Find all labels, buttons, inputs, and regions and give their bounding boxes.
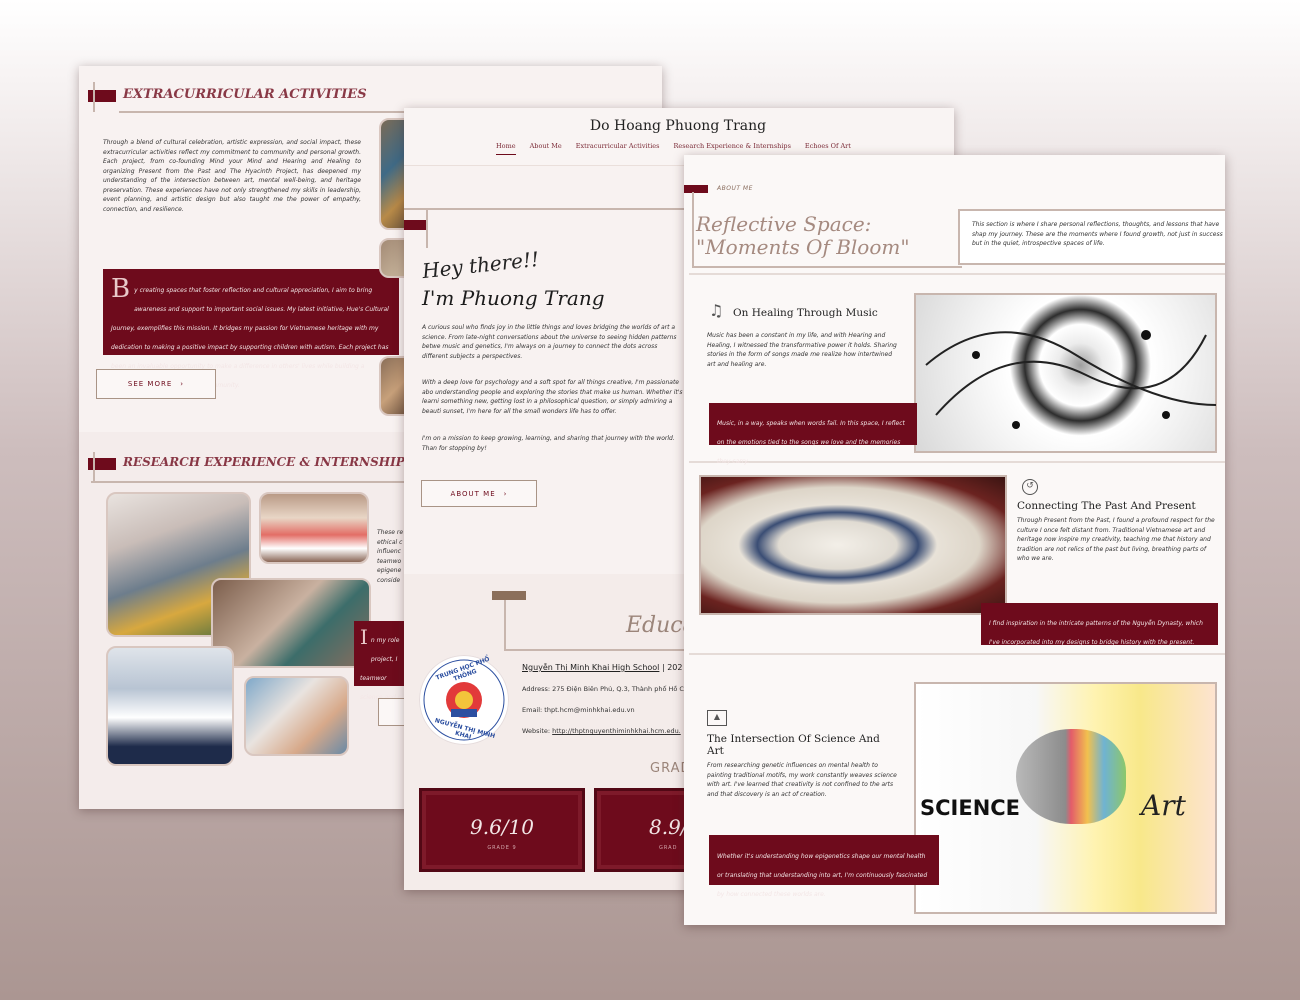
divider [692, 192, 694, 268]
section-marker [684, 185, 708, 193]
intro-para-3: I'm on a mission to keep growing, learni… [422, 435, 675, 452]
intro-para-2: With a deep love for psychology and a so… [422, 379, 683, 415]
chevron-right-icon: › [180, 380, 185, 388]
page-title-line2: "Moments Of Bloom" [696, 235, 910, 259]
section-marker [404, 220, 428, 230]
nav-home[interactable]: Home [496, 142, 516, 155]
card2-quote-text: I find inspiration in the intricate patt… [989, 620, 1203, 646]
nav-extracurricular[interactable]: Extracurricular Activities [576, 142, 660, 155]
card1-title: On Healing Through Music [733, 307, 878, 319]
reflection-card-heritage: ↺ Connecting The Past And Present Throug… [689, 465, 1225, 655]
nav-research[interactable]: Research Experience & Internships [673, 142, 790, 155]
image-icon: ▲ [707, 710, 727, 726]
intro-box: This section is where I share personal r… [958, 209, 1225, 265]
research-text: These re ethical c influenc teamwo epige… [377, 529, 404, 584]
clock-icon: ↺ [1022, 479, 1038, 495]
brain-graphic [1016, 729, 1126, 824]
about-me-label: ABOUT ME [450, 489, 496, 498]
divider [504, 649, 689, 651]
hero-name: I'm Phuong Trang [422, 286, 605, 310]
card3-quote: Whether it's understanding how epigeneti… [709, 835, 939, 898]
research-photo [244, 676, 349, 756]
intro-para-1: A curious soul who finds joy in the litt… [422, 324, 677, 360]
card2-quote: I find inspiration in the intricate patt… [981, 603, 1218, 646]
school-website-line: Website: http://thptnguyenthiminhkhai.hc… [522, 727, 681, 735]
research-photo [259, 492, 369, 564]
section-marker-tan [492, 591, 526, 600]
greeting: Hey there!! [421, 246, 541, 284]
main-nav: Home About Me Extracurricular Activities… [496, 142, 851, 155]
school-address: Address: 275 Điện Biên Phủ, Q.3, Thành p… [522, 685, 684, 693]
divider [93, 452, 95, 482]
school-logo: TRUNG HỌC PHỔ THÔNG NGUYỄN THỊ MINH KHAI [419, 655, 509, 745]
card1-text: Music has been a constant in my life, an… [707, 332, 897, 368]
extracurricular-title: EXTRACURRICULAR ACTIVITIES [123, 87, 367, 102]
school-line: Nguyễn Thị Minh Khai High School | 202 [522, 663, 682, 672]
divider [91, 481, 411, 483]
divider [692, 266, 962, 268]
music-note-icon: ♫ [709, 301, 724, 320]
card2-text: Through Present from the Past, I found a… [1017, 517, 1215, 562]
research-photo [106, 646, 234, 766]
card1-quote: Music, in a way, speaks when words fail.… [709, 403, 917, 465]
grade-value: 8.9/ [649, 815, 688, 839]
see-more-label: SEE MORE [127, 380, 173, 388]
card3-title: The Intersection Of Science And Art [707, 733, 880, 757]
about-me-button[interactable]: ABOUT ME › [421, 480, 537, 507]
site-title: Do Hoang Phuong Trang [589, 118, 767, 134]
music-image [914, 293, 1217, 453]
nav-echoes-of-art[interactable]: Echoes Of Art [805, 142, 851, 155]
science-word: SCIENCE [920, 796, 1021, 820]
card3-text: From researching genetic influences on m… [707, 762, 897, 798]
quote-initial: I [360, 625, 368, 649]
school-years: | 202 [659, 663, 683, 672]
eyebrow-label: ABOUT ME [717, 185, 753, 192]
grade-label: GRADE 9 [487, 845, 517, 851]
card2-title: Connecting The Past And Present [1017, 500, 1196, 512]
extracurricular-text: Through a blend of cultural celebration,… [103, 139, 361, 213]
grade-card-1: 9.6/10 GRADE 9 [419, 788, 585, 872]
grade-value: 9.6/10 [470, 815, 534, 839]
grade-label: GRAD [659, 845, 678, 851]
school-link[interactable]: Nguyễn Thị Minh Khai High School [522, 663, 659, 672]
intro-text: This section is where I share personal r… [972, 221, 1223, 247]
art-word: Art [1141, 789, 1186, 822]
divider [504, 600, 506, 650]
divider [404, 208, 689, 210]
reflection-card-science-art: ▲ The Intersection Of Science And Art Fr… [689, 657, 1225, 925]
card3-quote-text: Whether it's understanding how epigeneti… [717, 853, 928, 898]
research-photo [211, 578, 371, 668]
see-more-button[interactable]: SEE MORE › [96, 369, 216, 399]
quote-initial: B [111, 274, 131, 304]
reflection-card-music: ♫ On Healing Through Music Music has bee… [689, 273, 1225, 465]
page-title-line1: Reflective Space: [696, 212, 872, 236]
divider [426, 208, 428, 248]
chevron-right-icon: › [503, 489, 508, 498]
nav-about-me[interactable]: About Me [530, 142, 562, 155]
science-art-image: SCIENCE Art [914, 682, 1217, 914]
school-email: Email: thpt.hcm@minhkhai.edu.vn [522, 706, 635, 714]
music-notes-icon [925, 330, 1217, 429]
website-label: Website: [522, 727, 553, 735]
card1-quote-text: Music, in a way, speaks when words fail.… [717, 420, 905, 465]
vase-image [699, 475, 1007, 615]
quote-box: B y creating spaces that foster reflecti… [103, 269, 399, 389]
divider [93, 82, 95, 112]
research-title: RESEARCH EXPERIENCE & INTERNSHIPS [123, 455, 414, 469]
website-link[interactable]: http://thptnguyenthiminhkhai.hcm.edu. [552, 727, 681, 735]
right-page-panel: ABOUT ME Reflective Space: "Moments Of B… [684, 155, 1225, 925]
